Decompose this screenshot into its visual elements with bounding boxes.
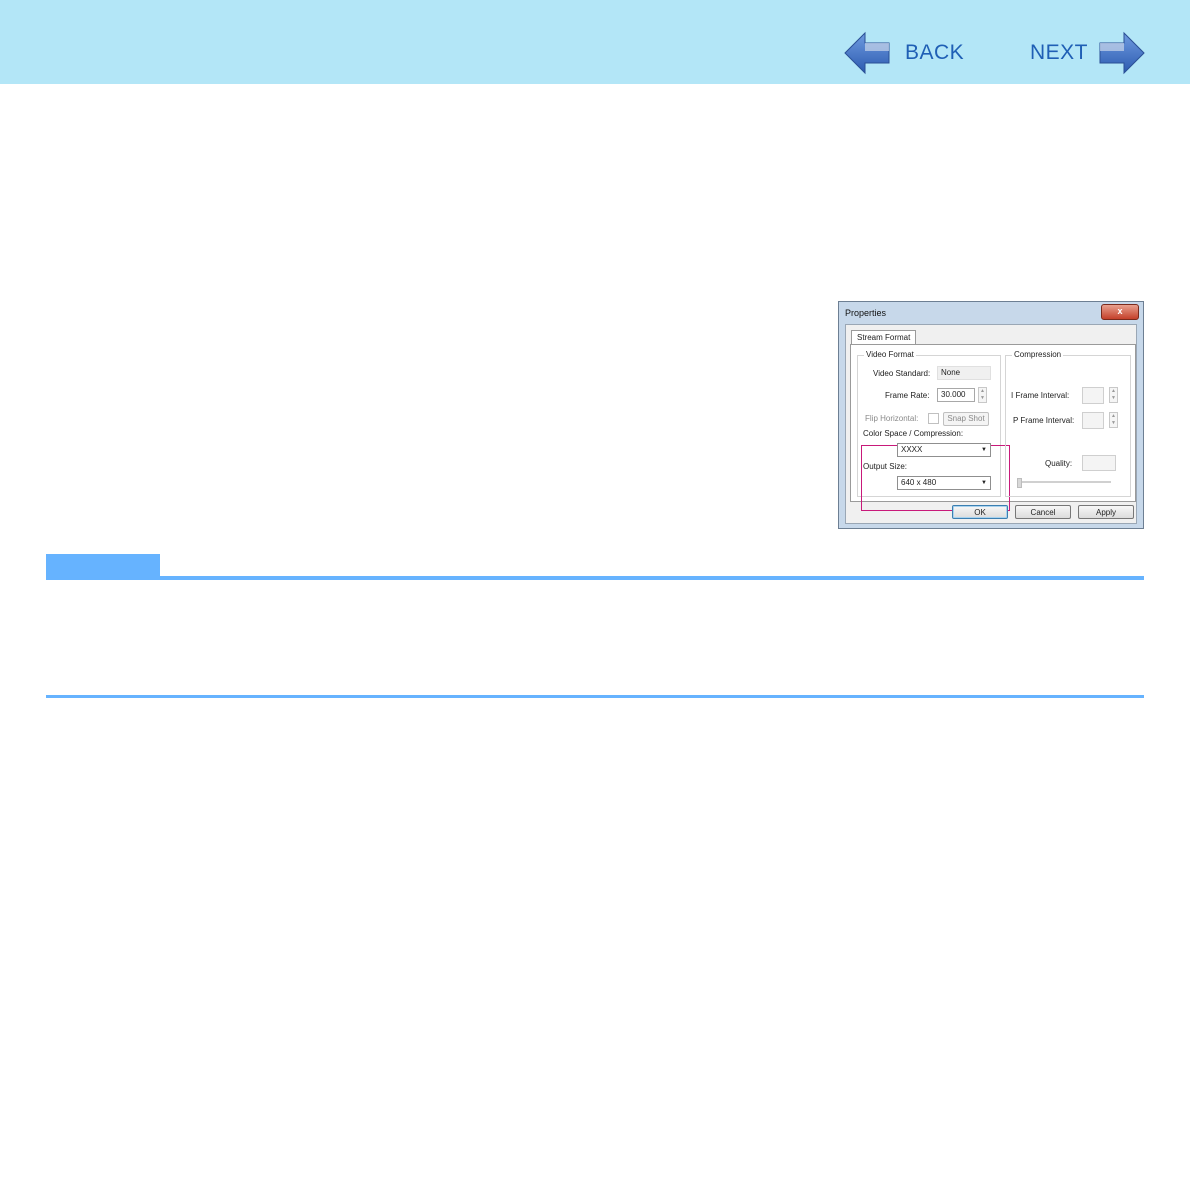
p-frame-interval-stepper[interactable]: ▲ ▼	[1109, 412, 1118, 428]
i-frame-interval-input[interactable]	[1082, 387, 1104, 404]
video-standard-value: None	[937, 366, 991, 380]
properties-dialog: Properties x Stream Format Video Format …	[838, 301, 1144, 529]
output-size-label: Output Size:	[863, 462, 908, 471]
color-space-value: XXXX	[901, 445, 923, 454]
back-arrow-icon	[844, 31, 890, 75]
output-size-value: 640 x 480	[901, 478, 937, 487]
next-button[interactable]: NEXT	[1030, 30, 1146, 76]
frame-rate-input[interactable]: 30.000	[937, 388, 975, 402]
dialog-title: Properties	[845, 308, 887, 318]
output-size-select[interactable]: 640 x 480 ▼	[897, 476, 991, 490]
compression-group-label: Compression	[1012, 350, 1064, 359]
snap-shot-button[interactable]: Snap Shot	[943, 412, 989, 426]
color-space-label: Color Space / Compression:	[863, 429, 964, 438]
cancel-button[interactable]: Cancel	[1015, 505, 1071, 519]
frame-rate-label: Frame Rate:	[885, 391, 930, 400]
i-frame-interval-label: I Frame Interval:	[1011, 391, 1070, 400]
tab-stream-format[interactable]: Stream Format	[851, 330, 917, 345]
dialog-body: Stream Format Video Format Video Standar…	[845, 324, 1137, 524]
next-label: NEXT	[1030, 41, 1089, 64]
ok-button[interactable]: OK	[952, 505, 1008, 519]
color-space-select[interactable]: XXXX ▼	[897, 443, 991, 457]
quality-slider-thumb[interactable]	[1017, 478, 1022, 488]
header-bar: BACK NEXT	[0, 0, 1190, 84]
frame-rate-stepper[interactable]: ▲ ▼	[978, 387, 987, 403]
video-format-group-label: Video Format	[864, 350, 916, 359]
close-icon: x	[1117, 306, 1123, 316]
i-frame-interval-stepper[interactable]: ▲ ▼	[1109, 387, 1118, 403]
back-label: BACK	[905, 41, 965, 64]
quality-slider-track	[1017, 481, 1111, 483]
next-arrow-icon	[1099, 31, 1145, 75]
chevron-down-icon: ▼	[981, 447, 987, 453]
note-bottom-divider	[46, 695, 1144, 698]
note-tab	[46, 554, 160, 576]
apply-button[interactable]: Apply	[1078, 505, 1134, 519]
flip-horizontal-checkbox[interactable]	[928, 413, 939, 424]
p-frame-interval-input[interactable]	[1082, 412, 1104, 429]
note-top-divider	[46, 576, 1144, 580]
quality-input[interactable]	[1082, 455, 1116, 471]
close-button[interactable]: x	[1101, 304, 1139, 320]
video-standard-label: Video Standard:	[873, 369, 931, 378]
quality-label: Quality:	[1045, 459, 1073, 468]
stream-format-panel: Video Format Video Standard: None Frame …	[850, 344, 1136, 511]
back-button[interactable]: BACK	[843, 30, 964, 76]
chevron-down-icon: ▼	[981, 480, 987, 486]
p-frame-interval-label: P Frame Interval:	[1013, 416, 1075, 425]
flip-horizontal-label: Flip Horizontal:	[865, 414, 919, 423]
